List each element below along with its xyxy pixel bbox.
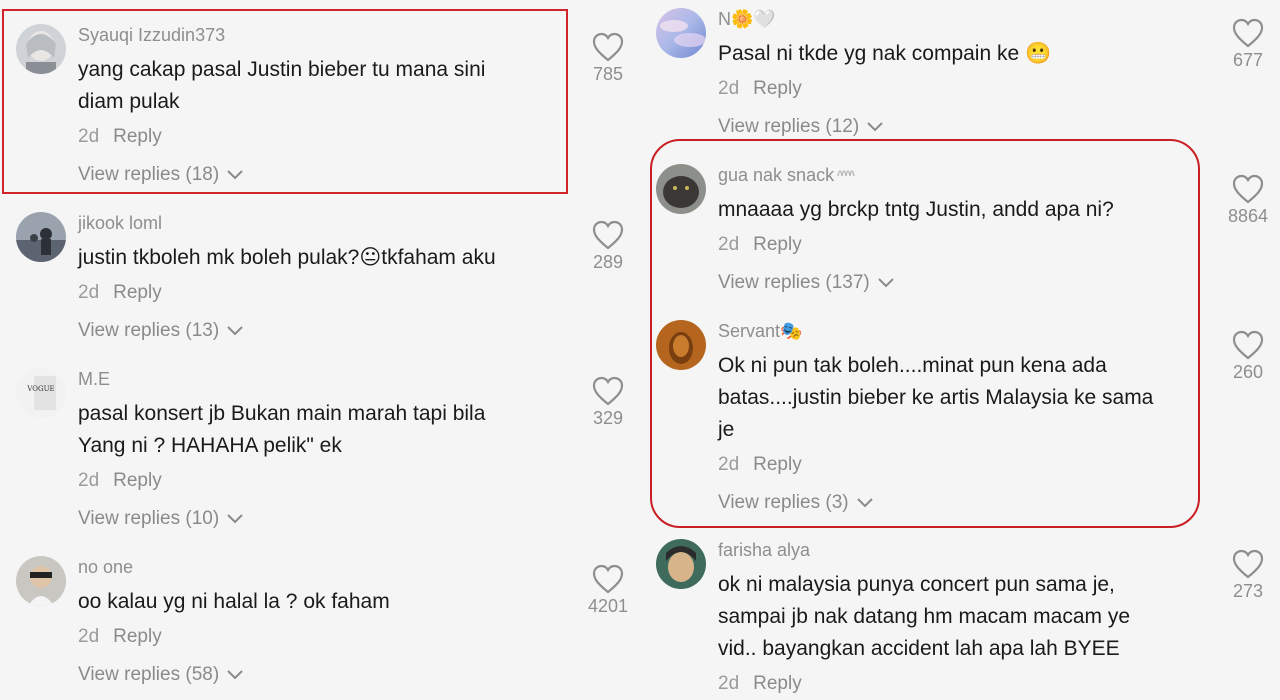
like-count: 260 (1232, 362, 1264, 382)
comment-meta: 2d Reply (78, 278, 558, 308)
heart-icon (592, 220, 624, 250)
comment-time: 2d (78, 470, 100, 491)
comment-username[interactable]: jikook loml (78, 212, 558, 234)
comment-text: ok ni malaysia punya concert pun sama je… (718, 573, 1131, 660)
comment-meta: 2d Reply (718, 669, 1198, 699)
view-replies-label: View replies (10) (78, 508, 220, 529)
like-count: 785 (592, 64, 624, 84)
like-button[interactable]: 4201 (578, 564, 638, 617)
like-button[interactable]: 273 (1218, 549, 1278, 602)
heart-icon (1232, 549, 1264, 579)
like-count: 8864 (1227, 206, 1269, 226)
comment-text: pasal konsert jb Bukan main marah tapi b… (78, 402, 486, 457)
comment-text: Pasal ni tkde yg nak compain ke 😬 (718, 42, 1052, 65)
chevron-down-icon (227, 514, 243, 524)
avatar[interactable] (16, 212, 66, 262)
comments-screen: Syauqi Izzudin373 yang cakap pasal Justi… (0, 0, 1280, 700)
like-count: 273 (1232, 581, 1264, 601)
reply-button[interactable]: Reply (753, 78, 802, 99)
comment-time: 2d (78, 282, 100, 303)
comment-body: no one oo kalau yg ni halal la ? ok faha… (78, 556, 558, 690)
comment-body: N🌼🤍 Pasal ni tkde yg nak compain ke 😬 2d… (718, 8, 1198, 142)
comment-username[interactable]: M.E (78, 368, 558, 390)
comment-time: 2d (718, 673, 740, 694)
view-replies-button[interactable]: View replies (12) (718, 112, 1198, 142)
comment-text: oo kalau yg ni halal la ? ok faham (78, 590, 390, 613)
like-button[interactable]: 329 (578, 376, 638, 429)
like-button[interactable]: 677 (1218, 18, 1278, 71)
like-count: 329 (592, 408, 624, 428)
comment-body: farisha alya ok ni malaysia punya concer… (718, 539, 1198, 699)
heart-icon (1232, 174, 1264, 204)
comment-time: 2d (78, 626, 100, 647)
reply-button[interactable]: Reply (113, 626, 162, 647)
highlight-rounded-box (650, 139, 1200, 528)
like-button[interactable]: 289 (578, 220, 638, 273)
heart-icon (592, 376, 624, 406)
heart-icon (1232, 18, 1264, 48)
comment-username[interactable]: no one (78, 556, 558, 578)
avatar[interactable] (656, 539, 706, 589)
chevron-down-icon (227, 326, 243, 336)
avatar-badge: VOGUE (26, 385, 54, 393)
avatar[interactable]: VOGUE (16, 368, 66, 418)
like-button[interactable]: 260 (1218, 330, 1278, 383)
view-replies-label: View replies (12) (718, 116, 860, 137)
view-replies-button[interactable]: View replies (58) (78, 660, 558, 690)
heart-icon (1232, 330, 1264, 360)
reply-button[interactable]: Reply (113, 470, 162, 491)
comment-time: 2d (718, 78, 740, 99)
chevron-down-icon (867, 122, 883, 132)
comment-meta: 2d Reply (78, 466, 558, 496)
reply-button[interactable]: Reply (113, 282, 162, 303)
like-count: 4201 (587, 596, 629, 616)
view-replies-button[interactable]: View replies (13) (78, 316, 558, 346)
like-count: 677 (1232, 50, 1264, 70)
like-count: 289 (592, 252, 624, 272)
view-replies-label: View replies (13) (78, 320, 220, 341)
comment-username[interactable]: farisha alya (718, 539, 1198, 561)
view-replies-label: View replies (58) (78, 664, 220, 685)
heart-icon (592, 564, 624, 594)
reply-button[interactable]: Reply (753, 673, 802, 694)
view-replies-button[interactable]: View replies (10) (78, 504, 558, 534)
comment-username[interactable]: N🌼🤍 (718, 8, 1198, 30)
like-button[interactable]: 8864 (1218, 174, 1278, 227)
comment-body: jikook loml justin tkboleh mk boleh pula… (78, 212, 558, 346)
avatar[interactable] (656, 8, 706, 58)
comment-meta: 2d Reply (718, 74, 1198, 104)
like-button[interactable]: 785 (578, 32, 638, 85)
highlight-box (2, 9, 568, 194)
avatar[interactable] (16, 556, 66, 606)
comment-meta: 2d Reply (78, 622, 558, 652)
heart-icon (592, 32, 624, 62)
chevron-down-icon (227, 670, 243, 680)
comment-body: M.E pasal konsert jb Bukan main marah ta… (78, 368, 558, 534)
comment-text: justin tkboleh mk boleh pulak?😐tkfaham a… (78, 246, 496, 269)
